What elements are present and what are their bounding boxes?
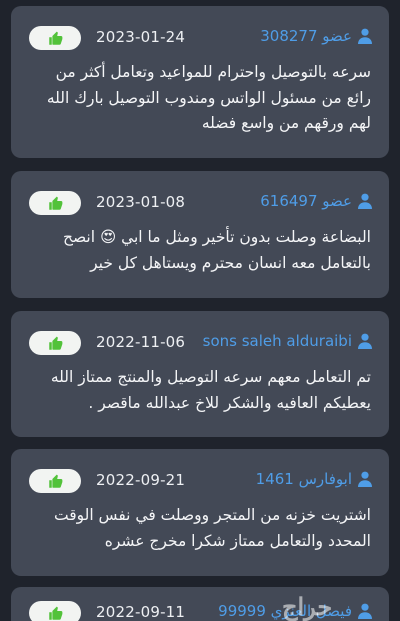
review-author[interactable]: عضو 308277 (260, 27, 372, 45)
review-date: 2023-01-08 (96, 193, 186, 211)
site-watermark: حراج (282, 592, 333, 621)
user-icon (358, 193, 372, 209)
author-name: عضو 616497 (260, 192, 352, 210)
user-icon (358, 333, 372, 349)
review-text: البضاعة وصلت بدون تأخير ومثل ما ابي 😍 ان… (62, 228, 371, 272)
like-button[interactable] (29, 191, 81, 215)
user-icon (358, 28, 372, 44)
thumbs-up-icon (48, 606, 62, 620)
like-button[interactable] (29, 469, 81, 493)
like-button[interactable] (29, 331, 81, 355)
review-author[interactable]: sons saleh alduraibi (203, 332, 372, 350)
author-name: عضو 308277 (260, 27, 352, 45)
review-text: تم التعامل معهم سرعه التوصيل والمنتج ممت… (50, 368, 371, 412)
review-card: 2023-01-08 عضو 616497 البضاعة وصلت بدون … (11, 171, 389, 298)
review-text: اشتريت خزنه من المتجر ووصلت في نفس الوقت… (53, 506, 371, 550)
like-button[interactable] (29, 601, 81, 621)
review-date: 2022-09-11 (96, 603, 186, 621)
review-card: 2022-09-11 فيصل العنزي 99999 (11, 587, 389, 621)
thumbs-up-icon (48, 336, 62, 350)
author-name: ابوفارس 1461 (255, 470, 352, 488)
review-card: 2022-09-21 ابوفارس 1461 اشتريت خزنه من ا… (11, 449, 389, 576)
review-text: سرعه بالتوصيل واحترام للمواعيد وتعامل أك… (46, 63, 371, 132)
review-card: 2022-11-06 sons saleh alduraibi تم التعا… (11, 311, 389, 437)
review-date: 2022-09-21 (96, 471, 186, 489)
user-icon (358, 471, 372, 487)
thumbs-up-icon (48, 31, 62, 45)
like-button[interactable] (29, 26, 81, 50)
thumbs-up-icon (48, 474, 62, 488)
review-author[interactable]: ابوفارس 1461 (256, 470, 372, 488)
review-date: 2023-01-24 (96, 28, 186, 46)
thumbs-up-icon (48, 196, 62, 210)
user-icon (358, 603, 372, 619)
review-card: 2023-01-24 عضو 308277 سرعه بالتوصيل واحت… (11, 6, 389, 158)
review-date: 2022-11-06 (96, 333, 186, 351)
author-name: sons saleh alduraibi (202, 332, 352, 350)
review-author[interactable]: عضو 616497 (260, 192, 372, 210)
